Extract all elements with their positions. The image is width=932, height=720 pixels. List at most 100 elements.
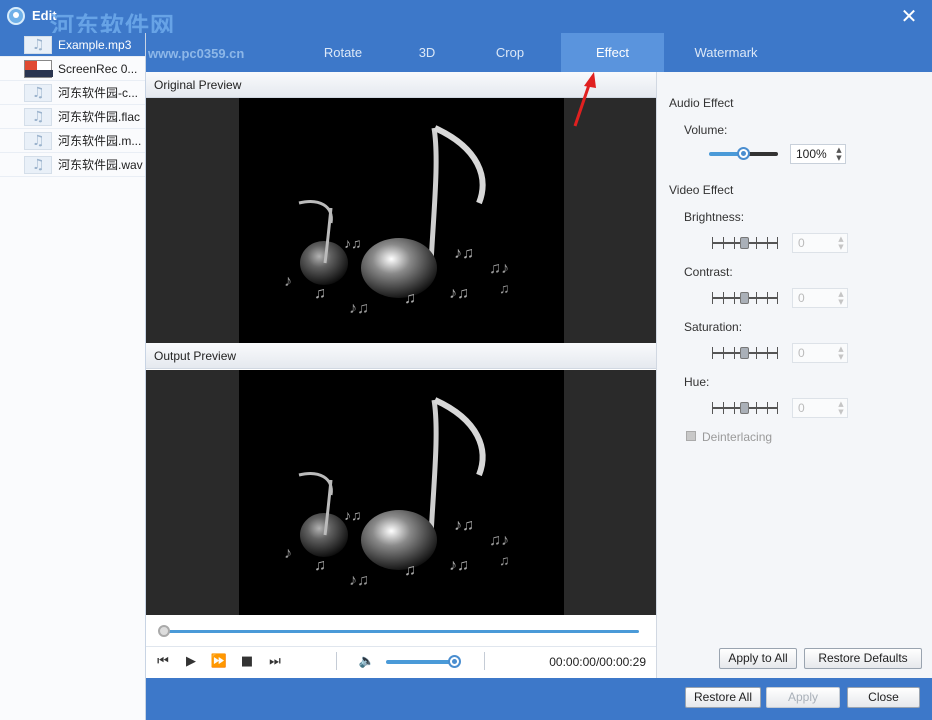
file-name: 河东软件园.m... bbox=[58, 134, 142, 148]
saturation-value: 0 bbox=[798, 346, 805, 360]
brightness-slider-handle[interactable] bbox=[740, 237, 749, 249]
hue-slider[interactable] bbox=[712, 402, 778, 414]
hue-spinbox[interactable]: 0 ▲ ▼ bbox=[792, 398, 848, 418]
brightness-spinbox[interactable]: 0 ▲ ▼ bbox=[792, 233, 848, 253]
svg-text:♫: ♫ bbox=[499, 280, 510, 296]
close-button[interactable]: Close bbox=[847, 687, 920, 708]
file-list: Example.mp3 ScreenRec 0... 河东软件园-c... 河东… bbox=[0, 33, 146, 720]
file-list-item[interactable]: ScreenRec 0... bbox=[0, 57, 145, 81]
tab-crop[interactable]: Crop bbox=[468, 33, 552, 72]
file-name: 河东软件园.flac bbox=[58, 110, 141, 124]
file-name: 河东软件园-c... bbox=[58, 86, 138, 100]
svg-text:♪♫: ♪♫ bbox=[349, 572, 369, 589]
svg-text:♪: ♪ bbox=[284, 545, 292, 562]
file-name: 河东软件园.wav bbox=[58, 158, 143, 172]
playback-controls: ⏮ ▶ ⏩ ■ ⏭ 🔈 00:00:00/00:00:29 bbox=[146, 647, 656, 678]
tab-watermark[interactable]: Watermark bbox=[676, 33, 776, 72]
volume-slider[interactable] bbox=[386, 660, 456, 664]
music-file-icon bbox=[24, 129, 52, 152]
file-name: ScreenRec 0... bbox=[58, 62, 138, 76]
hue-value: 0 bbox=[798, 401, 805, 415]
hue-slider-handle[interactable] bbox=[740, 402, 749, 414]
saturation-slider-handle[interactable] bbox=[740, 347, 749, 359]
fast-forward-icon[interactable]: ⏩ bbox=[210, 654, 228, 670]
annotation-arrow-icon bbox=[573, 72, 596, 127]
music-notes-artwork: ♪♫ ♪ ♫ ♪♫ ♫ ♪♫ ♫♪ ♪♫ ♫ bbox=[284, 397, 510, 589]
svg-text:♫♪: ♫♪ bbox=[489, 532, 509, 549]
original-video-frame: ♪♫ ♪ ♫ ♪♫ ♫ ♪♫ ♫♪ ♪♫ ♫ bbox=[239, 98, 564, 343]
spin-arrows-icon[interactable]: ▲ ▼ bbox=[835, 146, 843, 162]
spin-arrows-icon[interactable]: ▲ ▼ bbox=[837, 235, 845, 251]
audio-volume-handle[interactable] bbox=[737, 147, 750, 160]
contrast-slider-handle[interactable] bbox=[740, 292, 749, 304]
close-window-icon[interactable]: ✕ bbox=[898, 4, 920, 28]
file-list-item[interactable]: 河东软件园-c... bbox=[0, 81, 145, 105]
saturation-slider[interactable] bbox=[712, 347, 778, 359]
file-list-item[interactable]: Example.mp3 bbox=[0, 33, 145, 57]
tab-effect[interactable]: Effect bbox=[561, 33, 664, 72]
svg-text:♫: ♫ bbox=[314, 285, 326, 302]
file-list-item[interactable]: 河东软件园.m... bbox=[0, 129, 145, 153]
contrast-slider[interactable] bbox=[712, 292, 778, 304]
spin-arrows-icon[interactable]: ▲ ▼ bbox=[837, 290, 845, 306]
file-list-item[interactable]: 河东软件园.wav bbox=[0, 153, 145, 177]
saturation-label: Saturation: bbox=[684, 320, 743, 334]
seek-handle[interactable] bbox=[158, 625, 170, 637]
previous-frame-icon[interactable]: ⏮ bbox=[154, 654, 172, 670]
file-name: Example.mp3 bbox=[58, 38, 132, 52]
deinterlacing-label: Deinterlacing bbox=[702, 430, 773, 444]
restore-all-button[interactable]: Restore All bbox=[685, 687, 761, 708]
stop-icon[interactable]: ■ bbox=[238, 654, 256, 670]
brightness-slider[interactable] bbox=[712, 237, 778, 249]
volume-label: Volume: bbox=[684, 123, 728, 137]
tab-rotate[interactable]: Rotate bbox=[301, 33, 385, 72]
svg-text:♫: ♫ bbox=[404, 562, 416, 579]
next-frame-icon[interactable]: ⏭ bbox=[266, 654, 284, 670]
output-preview-header: Output Preview bbox=[146, 343, 656, 369]
tab-3d[interactable]: 3D bbox=[385, 33, 469, 72]
svg-text:♪♫: ♪♫ bbox=[454, 517, 474, 534]
apply-to-all-button[interactable]: Apply to All bbox=[719, 648, 797, 669]
music-file-icon bbox=[24, 105, 52, 128]
volume-value: 100% bbox=[796, 147, 827, 161]
volume-icon[interactable]: 🔈 bbox=[358, 654, 376, 670]
video-effect-heading: Video Effect bbox=[669, 183, 734, 197]
contrast-spinbox[interactable]: 0 ▲ ▼ bbox=[792, 288, 848, 308]
volume-spinbox[interactable]: 100% ▲ ▼ bbox=[790, 144, 846, 164]
effect-panel: Audio Effect Volume: 100% ▲ ▼ Video Effec… bbox=[656, 72, 932, 678]
deinterlacing-checkbox[interactable] bbox=[686, 431, 696, 441]
volume-slider-handle[interactable] bbox=[448, 655, 461, 668]
spin-arrows-icon[interactable]: ▲ ▼ bbox=[837, 345, 845, 361]
file-list-item[interactable]: 河东软件园.flac bbox=[0, 105, 145, 129]
contrast-label: Contrast: bbox=[684, 265, 733, 279]
output-video-frame: ♪♫ ♪ ♫ ♪♫ ♫ ♪♫ ♫♪ ♪♫ ♫ bbox=[239, 370, 564, 615]
hue-label: Hue: bbox=[684, 375, 710, 389]
music-file-icon bbox=[24, 81, 52, 104]
output-preview-area: ♪♫ ♪ ♫ ♪♫ ♫ ♪♫ ♫♪ ♪♫ ♫ bbox=[146, 370, 656, 615]
brightness-value: 0 bbox=[798, 236, 805, 250]
play-icon[interactable]: ▶ bbox=[182, 654, 200, 670]
music-notes-artwork: ♪♫ ♪ ♫ ♪♫ ♫ ♪♫ ♫♪ ♪♫ ♫ bbox=[284, 125, 510, 317]
svg-text:♪♫: ♪♫ bbox=[449, 285, 469, 302]
dialog-footer: Restore All Apply Close bbox=[146, 678, 932, 720]
divider bbox=[336, 652, 337, 670]
music-file-icon bbox=[24, 33, 52, 56]
restore-defaults-button[interactable]: Restore Defaults bbox=[804, 648, 922, 669]
svg-text:♪♫: ♪♫ bbox=[454, 245, 474, 262]
spin-arrows-icon[interactable]: ▲ ▼ bbox=[837, 400, 845, 416]
contrast-value: 0 bbox=[798, 291, 805, 305]
svg-text:♪♫: ♪♫ bbox=[449, 557, 469, 574]
video-thumbnail-icon bbox=[24, 60, 53, 78]
apply-button[interactable]: Apply bbox=[766, 687, 840, 708]
seek-bar-area bbox=[146, 615, 656, 647]
edit-tab-bar: Rotate 3D Crop Effect Watermark bbox=[146, 33, 932, 72]
svg-text:♫: ♫ bbox=[404, 290, 416, 307]
seek-bar[interactable] bbox=[163, 630, 639, 633]
time-display: 00:00:00/00:00:29 bbox=[549, 655, 646, 669]
saturation-spinbox[interactable]: 0 ▲ ▼ bbox=[792, 343, 848, 363]
svg-text:♪♫: ♪♫ bbox=[344, 235, 362, 251]
brightness-label: Brightness: bbox=[684, 210, 745, 224]
svg-text:♫: ♫ bbox=[314, 557, 326, 574]
site-watermark-url: www.pc0359.cn bbox=[148, 46, 245, 61]
title-bar: Edit 河东软件网 ✕ bbox=[0, 0, 932, 40]
